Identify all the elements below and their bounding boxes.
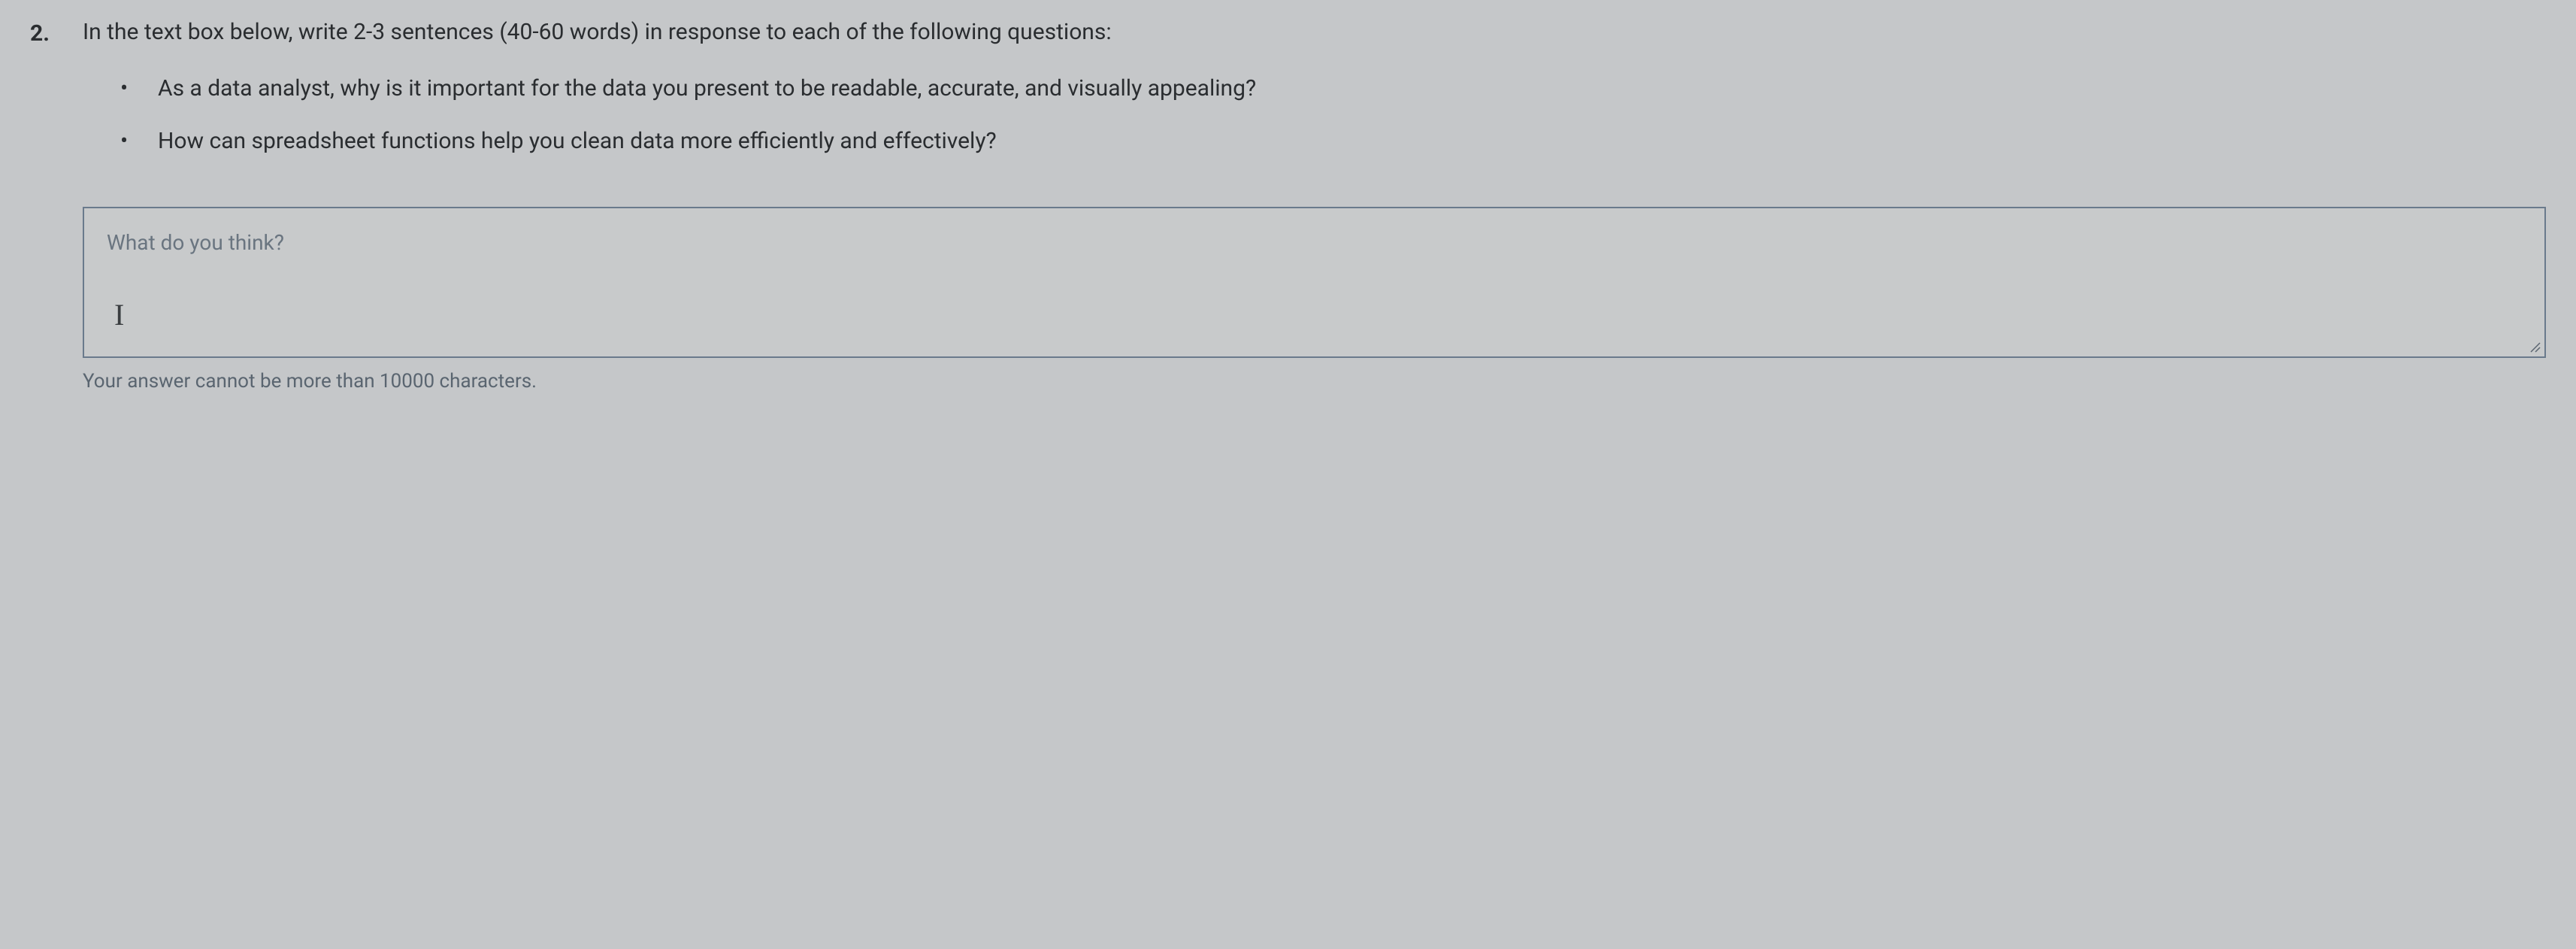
question-number: 2.: [30, 15, 83, 50]
resize-handle-icon[interactable]: [2528, 340, 2543, 355]
character-limit-hint: Your answer cannot be more than 10000 ch…: [83, 367, 2546, 396]
question-prompt: In the text box below, write 2-3 sentenc…: [83, 15, 2546, 49]
bullet-item: As a data analyst, why is it important f…: [113, 71, 2546, 105]
text-cursor-icon: I: [107, 298, 124, 332]
question-content: In the text box below, write 2-3 sentenc…: [83, 15, 2546, 177]
bullet-list: As a data analyst, why is it important f…: [83, 71, 2546, 158]
bullet-item: How can spreadsheet functions help you c…: [113, 124, 2546, 158]
textarea-placeholder: What do you think?: [107, 227, 2522, 259]
answer-textarea[interactable]: What do you think? I: [83, 207, 2546, 358]
question-block: 2. In the text box below, write 2-3 sent…: [30, 15, 2546, 177]
